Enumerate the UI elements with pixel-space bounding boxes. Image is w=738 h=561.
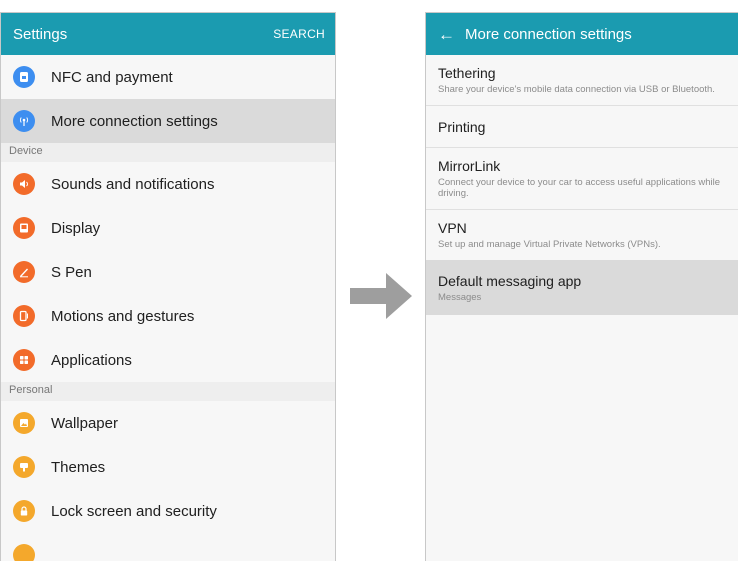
wallpaper-icon (13, 412, 35, 434)
settings-item-wallpaper[interactable]: Wallpaper (1, 401, 335, 445)
section-header-personal: Personal (1, 382, 335, 401)
more-connection-settings-screen: ← More connection settings Tethering Sha… (425, 12, 738, 561)
settings-item-label: Applications (51, 351, 132, 369)
settings-item-sounds[interactable]: Sounds and notifications (1, 162, 335, 206)
menu-item-mirrorlink[interactable]: MirrorLink Connect your device to your c… (426, 148, 738, 210)
settings-item-nfc-payment[interactable]: NFC and payment (1, 55, 335, 99)
settings-item-themes[interactable]: Themes (1, 445, 335, 489)
settings-item-display[interactable]: Display (1, 206, 335, 250)
menu-item-description: Share your device's mobile data connecti… (438, 84, 715, 95)
themes-icon (13, 456, 35, 478)
motion-icon (13, 305, 35, 327)
settings-item-applications[interactable]: Applications (1, 338, 335, 382)
arrow-right-icon (350, 273, 412, 319)
settings-item-more-connection[interactable]: More connection settings (1, 99, 335, 143)
settings-item-label: Lock screen and security (51, 502, 217, 520)
settings-item-label: Wallpaper (51, 414, 118, 432)
volume-icon (13, 173, 35, 195)
menu-item-description: Set up and manage Virtual Private Networ… (438, 239, 661, 250)
settings-item-partial[interactable] (1, 533, 335, 561)
menu-item-title: MirrorLink (438, 158, 501, 174)
section-header-device: Device (1, 143, 335, 162)
nfc-icon (13, 66, 35, 88)
menu-item-title: VPN (438, 220, 467, 236)
page-title: More connection settings (465, 25, 632, 43)
settings-item-label: S Pen (51, 263, 92, 281)
display-icon (13, 217, 35, 239)
page-title: Settings (13, 25, 68, 43)
settings-item-label: Sounds and notifications (51, 175, 215, 193)
more-connection-app-bar: ← More connection settings (426, 13, 738, 55)
menu-item-title: Printing (438, 119, 486, 135)
menu-item-default-messaging[interactable]: Default messaging app Messages (426, 260, 738, 315)
apps-icon (13, 349, 35, 371)
menu-item-vpn[interactable]: VPN Set up and manage Virtual Private Ne… (426, 210, 738, 260)
menu-item-printing[interactable]: Printing (426, 106, 738, 148)
menu-item-description: Connect your device to your car to acces… (438, 177, 720, 199)
menu-item-title: Default messaging app (438, 273, 582, 289)
settings-item-lock-screen[interactable]: Lock screen and security (1, 489, 335, 533)
menu-item-title: Tethering (438, 65, 496, 81)
back-arrow-icon[interactable]: ← (438, 26, 455, 43)
pen-icon (13, 261, 35, 283)
search-button[interactable]: SEARCH (273, 27, 325, 41)
settings-item-motions[interactable]: Motions and gestures (1, 294, 335, 338)
wireless-icon (13, 110, 35, 132)
lock-icon (13, 500, 35, 522)
menu-item-description: Messages (438, 292, 482, 303)
menu-item-tethering[interactable]: Tethering Share your device's mobile dat… (426, 55, 738, 106)
settings-item-label: NFC and payment (51, 68, 173, 86)
settings-app-bar: Settings SEARCH (1, 13, 335, 55)
settings-item-s-pen[interactable]: S Pen (1, 250, 335, 294)
settings-item-label: More connection settings (51, 112, 218, 130)
settings-item-label: Themes (51, 458, 106, 476)
settings-screen: Settings SEARCH NFC and payment More con… (0, 12, 336, 561)
settings-item-label: Display (51, 219, 101, 237)
settings-item-label: Motions and gestures (51, 307, 195, 325)
privacy-icon (13, 544, 35, 561)
